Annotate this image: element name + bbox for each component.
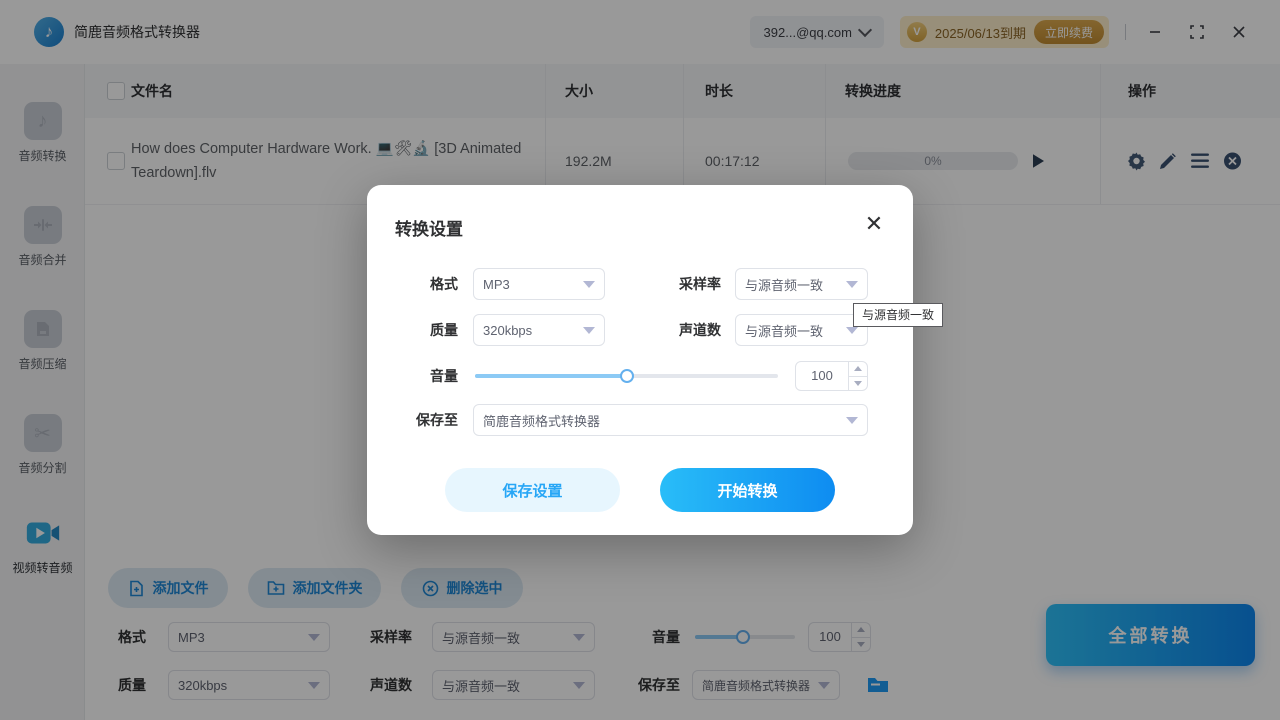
modal-title: 转换设置 bbox=[395, 215, 463, 240]
modal-sample-rate-label: 采样率 bbox=[647, 268, 721, 300]
spin-down-icon[interactable] bbox=[849, 376, 867, 391]
modal-volume-slider[interactable] bbox=[475, 374, 778, 378]
dropdown-arrow-icon bbox=[846, 417, 858, 424]
dropdown-arrow-icon bbox=[583, 281, 595, 288]
modal-save-to-label: 保存至 bbox=[387, 404, 458, 436]
start-convert-button[interactable]: 开始转换 bbox=[660, 468, 835, 512]
modal-volume-label: 音量 bbox=[387, 360, 458, 392]
modal-format-label: 格式 bbox=[387, 268, 458, 300]
spin-up-icon[interactable] bbox=[849, 362, 867, 376]
modal-channels-select[interactable]: 与源音频一致 bbox=[735, 314, 868, 346]
dropdown-arrow-icon bbox=[583, 327, 595, 334]
conversion-settings-modal: 转换设置 ✕ 格式 MP3 采样率 与源音频一致 质量 320kbps 声道数 … bbox=[367, 185, 913, 535]
save-settings-button[interactable]: 保存设置 bbox=[445, 468, 620, 512]
modal-format-select[interactable]: MP3 bbox=[473, 268, 605, 300]
modal-sample-rate-select[interactable]: 与源音频一致 bbox=[735, 268, 868, 300]
modal-save-to-select[interactable]: 简鹿音频格式转换器 bbox=[473, 404, 868, 436]
modal-close-icon[interactable]: ✕ bbox=[861, 211, 887, 237]
slider-knob[interactable] bbox=[620, 369, 634, 383]
modal-quality-label: 质量 bbox=[387, 314, 458, 346]
dropdown-arrow-icon bbox=[846, 327, 858, 334]
modal-volume-input[interactable]: 100 bbox=[795, 361, 868, 391]
modal-channels-label: 声道数 bbox=[647, 314, 721, 346]
dropdown-arrow-icon bbox=[846, 281, 858, 288]
app-window: ♪ 简鹿音频格式转换器 392...@qq.com V 2025/06/13到期… bbox=[0, 0, 1280, 720]
tooltip: 与源音频一致 bbox=[853, 303, 943, 327]
modal-quality-select[interactable]: 320kbps bbox=[473, 314, 605, 346]
